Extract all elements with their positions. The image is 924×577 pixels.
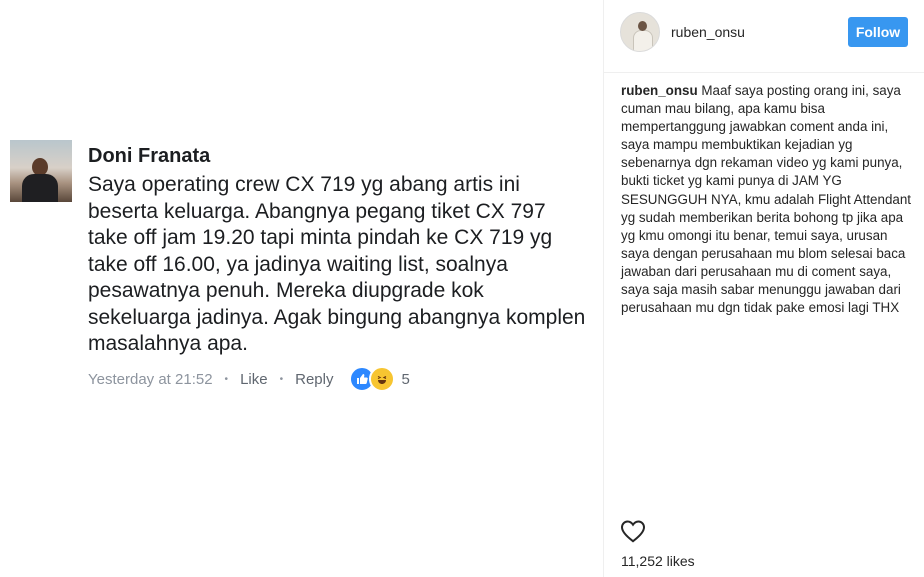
post-actions bbox=[620, 519, 646, 543]
follow-button[interactable]: Follow bbox=[848, 17, 908, 47]
username-link[interactable]: ruben_onsu bbox=[671, 24, 745, 40]
comment-meta: Yesterday at 21:52 • Like • Reply 5 bbox=[88, 366, 410, 392]
post-header: ruben_onsu Follow bbox=[604, 0, 924, 73]
comment-reply-link: Reply bbox=[295, 370, 334, 388]
reaction-count: 5 bbox=[401, 370, 410, 388]
reactions: 5 bbox=[349, 366, 410, 392]
haha-icon bbox=[369, 366, 396, 392]
caption-text: Maaf saya posting orang ini, saya cuman … bbox=[621, 83, 912, 316]
comment-text: Saya operating crew CX 719 yg abang arti… bbox=[88, 173, 586, 355]
comment-like-link: Like bbox=[240, 370, 268, 388]
caption-username[interactable]: ruben_onsu bbox=[621, 83, 698, 98]
likes-number: 11,252 bbox=[621, 553, 663, 569]
post-caption: ruben_onsu Maaf saya posting orang ini, … bbox=[621, 82, 911, 317]
commenter-avatar bbox=[10, 140, 72, 202]
likes-label: likes bbox=[666, 553, 695, 569]
avatar[interactable] bbox=[620, 12, 660, 52]
meta-separator: • bbox=[224, 373, 229, 385]
heart-icon[interactable] bbox=[620, 519, 646, 543]
meta-separator: • bbox=[279, 373, 284, 385]
commenter-name: Doni Franata bbox=[88, 145, 211, 167]
post-side-panel: ruben_onsu Follow ruben_onsu Maaf saya p… bbox=[603, 0, 924, 577]
likes-count[interactable]: 11,252 likes bbox=[621, 553, 695, 569]
comment-timestamp: Yesterday at 21:52 bbox=[88, 370, 213, 388]
post-image: Doni Franata Saya operating crew CX 719 … bbox=[0, 0, 600, 577]
